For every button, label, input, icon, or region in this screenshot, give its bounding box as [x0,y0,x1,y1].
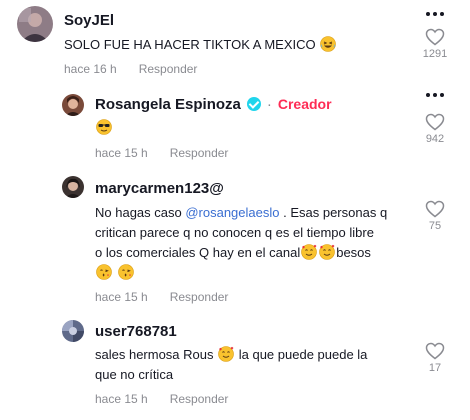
comment-line-1: sales hermosa Rous la que puede puede la [95,346,368,362]
creator-badge: Creador [277,96,332,112]
reply-button[interactable]: Responder [170,146,229,160]
reply-button[interactable]: Responder [139,62,198,76]
like-count: 1291 [422,48,448,60]
comment-meta: hace 15 h Responder [95,290,228,304]
like-count: 942 [425,133,445,145]
like-button[interactable]: 75 [420,200,450,232]
comment-line-1: No hagas caso @rosangelaeslo . Esas pers… [95,205,388,220]
heart-icon [425,113,445,131]
comment-user768781: user768781 sales hermosa Rous la que pue… [0,314,470,420]
username[interactable]: Rosangela Espinoza [95,96,241,113]
username[interactable]: marycarmen123@ [95,180,224,197]
heart-icon [425,342,445,360]
comment-text: SOLO FUE HA HACER TIKTOK A MEXICO [64,35,384,55]
like-count: 75 [428,220,442,232]
avatar[interactable] [62,176,84,198]
username-row: Rosangela Espinoza · Creador [95,96,332,113]
like-count: 17 [428,362,442,374]
timestamp: hace 15 h [95,146,148,160]
mention-link[interactable]: @rosangelaeslo [185,205,279,220]
like-button[interactable]: 942 [420,113,450,145]
avatar[interactable] [17,6,53,42]
kissing-emoji-icon [96,264,112,280]
username[interactable]: SoyJEl [64,12,114,29]
comment-line-2: que no crítica [95,367,174,382]
comment-rosangela: Rosangela Espinoza · Creador hace 15 h Resp… [0,88,470,168]
reply-button[interactable]: Responder [170,392,229,406]
comment-text: No hagas caso @rosangelaeslo . Esas pers… [95,203,415,283]
timestamp: hace 15 h [95,392,148,406]
heart-icon [425,28,445,46]
timestamp: hace 15 h [95,290,148,304]
username[interactable]: user768781 [95,323,177,340]
comment-line-3: o los comerciales Q hay en el canal beso… [95,244,371,260]
comment-soyjel: SoyJEl SOLO FUE HA HACER TIKTOK A MEXICO… [0,0,470,90]
like-button[interactable]: 1291 [420,28,450,60]
smiling-hearts-emoji-icon [301,244,318,260]
smiling-hearts-emoji-icon [319,244,336,260]
like-button[interactable]: 17 [420,342,450,374]
sunglasses-emoji-icon [96,119,112,135]
comment-marycarmen: marycarmen123@ No hagas caso @rosangelae… [0,170,470,310]
smiling-hearts-emoji-icon [218,346,234,362]
avatar[interactable] [62,94,84,116]
kissing-emoji-icon [117,264,134,280]
comment-meta: hace 15 h Responder [95,146,228,160]
heart-icon [425,200,445,218]
verified-badge-icon [246,97,261,111]
more-options-icon[interactable] [426,12,444,18]
reply-button[interactable]: Responder [170,290,229,304]
comment-line-4 [95,263,415,283]
comment-meta: hace 16 h Responder [64,62,197,76]
comment-text: sales hermosa Rous la que puede puede la… [95,345,415,385]
comment-line-2: critican parece q no conocen q es el tie… [95,225,374,240]
avatar[interactable] [62,320,84,342]
comment-meta: hace 15 h Responder [95,392,228,406]
more-options-icon[interactable] [426,93,444,99]
timestamp: hace 16 h [64,62,117,76]
laughing-tears-emoji-icon [320,36,337,52]
separator-dot: · [266,96,272,113]
comment-text [95,118,113,138]
